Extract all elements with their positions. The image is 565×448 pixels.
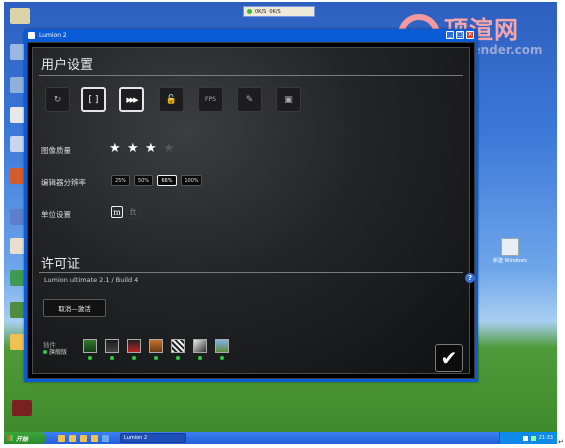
help-icon[interactable]: ? bbox=[465, 273, 475, 283]
taskbar-task-label: Lumion 2 bbox=[124, 435, 148, 441]
resolution-25[interactable]: 25% bbox=[111, 175, 130, 186]
tray-icon[interactable] bbox=[522, 435, 528, 441]
plugin-status-dot bbox=[110, 356, 114, 360]
quicklaunch-icon[interactable] bbox=[80, 434, 87, 442]
upload-rate: 0K/S bbox=[255, 8, 267, 15]
mouse-invert-icon: ↻ bbox=[53, 94, 62, 105]
resolution-50[interactable]: 50% bbox=[134, 175, 153, 186]
download-rate: 0K/S bbox=[269, 8, 281, 15]
taskbar: 开始 Lumion 2 21:33 bbox=[4, 432, 557, 444]
car-plugin-icon bbox=[127, 339, 141, 353]
edition-label: 旗舰版 bbox=[49, 349, 68, 356]
lumion-window: Lumion 2 _ □ × 用户设置 ↻ [ ] ▶▶▶ 🔓 FPS ✎ ▣ … bbox=[24, 29, 478, 382]
memory-button[interactable]: ▣ bbox=[276, 87, 301, 112]
license-version: Lumion ultimate 2.1 / Build 4 bbox=[44, 276, 139, 284]
system-tray: 21:33 bbox=[499, 432, 557, 444]
units-label: 单位设置 bbox=[41, 210, 71, 219]
quality-star-4[interactable]: ★ bbox=[163, 142, 175, 155]
network-monitor[interactable]: 0K/S 0K/S bbox=[243, 6, 315, 17]
clock[interactable]: 21:33 bbox=[539, 435, 553, 441]
window-client: 用户设置 ↻ [ ] ▶▶▶ 🔓 FPS ✎ ▣ 图像质量 ★ ★ ★ ★ 编辑… bbox=[27, 42, 475, 379]
fast-forward-icon: ▶▶▶ bbox=[126, 95, 138, 104]
people-plugin-icon bbox=[105, 339, 119, 353]
start-label: 开始 bbox=[16, 435, 29, 443]
app-icon bbox=[28, 31, 35, 39]
edit-button[interactable]: ✎ bbox=[237, 87, 262, 112]
plugin-status-dot bbox=[198, 356, 202, 360]
clapper-plugin-icon bbox=[171, 339, 185, 353]
resolution-66[interactable]: 66% bbox=[157, 175, 177, 186]
memory-icon: ▣ bbox=[284, 94, 293, 105]
settings-panel: 用户设置 ↻ [ ] ▶▶▶ 🔓 FPS ✎ ▣ 图像质量 ★ ★ ★ ★ 编辑… bbox=[32, 47, 475, 374]
lock-button[interactable]: 🔓 bbox=[159, 87, 184, 112]
close-button[interactable]: × bbox=[466, 31, 474, 39]
landscape-plugin-icon bbox=[215, 339, 229, 353]
plugin-status-dot bbox=[88, 356, 92, 360]
resolution-label: 编辑器分辨率 bbox=[41, 178, 86, 187]
fullscreen-icon: [ ] bbox=[88, 94, 99, 105]
desktop-icon[interactable] bbox=[10, 8, 30, 24]
window-title: Lumion 2 bbox=[39, 31, 67, 39]
paragraph-mark-icon: ↵ bbox=[558, 438, 564, 446]
fps-icon: FPS bbox=[205, 96, 216, 103]
film-plugin-icon bbox=[149, 339, 163, 353]
unit-meter[interactable]: m bbox=[111, 206, 123, 218]
quicklaunch-icon[interactable] bbox=[69, 434, 76, 442]
status-dot bbox=[43, 350, 47, 354]
desktop-icon[interactable] bbox=[12, 400, 32, 416]
tray-icon[interactable] bbox=[530, 435, 536, 441]
plugin-status-dot bbox=[154, 356, 158, 360]
quality-star-1[interactable]: ★ bbox=[109, 142, 121, 155]
quality-star-3[interactable]: ★ bbox=[145, 142, 157, 155]
plugin-status-dot bbox=[132, 356, 136, 360]
quicklaunch-icon[interactable] bbox=[58, 434, 65, 442]
network-icon bbox=[247, 9, 252, 14]
user-settings-title: 用户设置 bbox=[41, 58, 94, 73]
divider bbox=[39, 75, 463, 76]
license-title: 许可证 bbox=[41, 257, 81, 272]
maximize-button[interactable]: □ bbox=[456, 31, 464, 39]
windows-logo-icon bbox=[7, 435, 13, 441]
unit-feet[interactable]: ft bbox=[127, 206, 139, 218]
divider bbox=[39, 272, 463, 273]
deactivate-button[interactable]: 取消—激活 bbox=[43, 299, 106, 317]
quicklaunch-icon[interactable] bbox=[91, 434, 98, 442]
fps-button[interactable]: FPS bbox=[198, 87, 223, 112]
minimize-button[interactable]: _ bbox=[446, 31, 454, 39]
taskbar-item-lumion[interactable]: Lumion 2 bbox=[120, 433, 186, 443]
tree-plugin-icon bbox=[83, 339, 97, 353]
edit-icon: ✎ bbox=[245, 94, 254, 105]
start-button[interactable]: 开始 bbox=[4, 432, 46, 444]
fast-forward-button[interactable]: ▶▶▶ bbox=[119, 87, 144, 112]
title-bar[interactable]: Lumion 2 _ □ × bbox=[24, 29, 478, 41]
desktop-icon-label: 新建 Windows bbox=[493, 258, 527, 264]
quicklaunch-icon[interactable] bbox=[102, 434, 109, 442]
plugin-status-dot bbox=[176, 356, 180, 360]
quality-star-2[interactable]: ★ bbox=[127, 142, 139, 155]
lock-icon: 🔓 bbox=[165, 94, 178, 105]
fullscreen-button[interactable]: [ ] bbox=[81, 87, 106, 112]
new-file-icon[interactable] bbox=[501, 238, 519, 256]
ok-button[interactable]: ✔ bbox=[435, 344, 463, 372]
plugin-status-dot bbox=[220, 356, 224, 360]
checkmark-icon: ✔ bbox=[440, 346, 458, 370]
resolution-100[interactable]: 100% bbox=[181, 175, 202, 186]
mouse-invert-button[interactable]: ↻ bbox=[45, 87, 70, 112]
effects-plugin-icon bbox=[193, 339, 207, 353]
image-quality-label: 图像质量 bbox=[41, 146, 71, 155]
